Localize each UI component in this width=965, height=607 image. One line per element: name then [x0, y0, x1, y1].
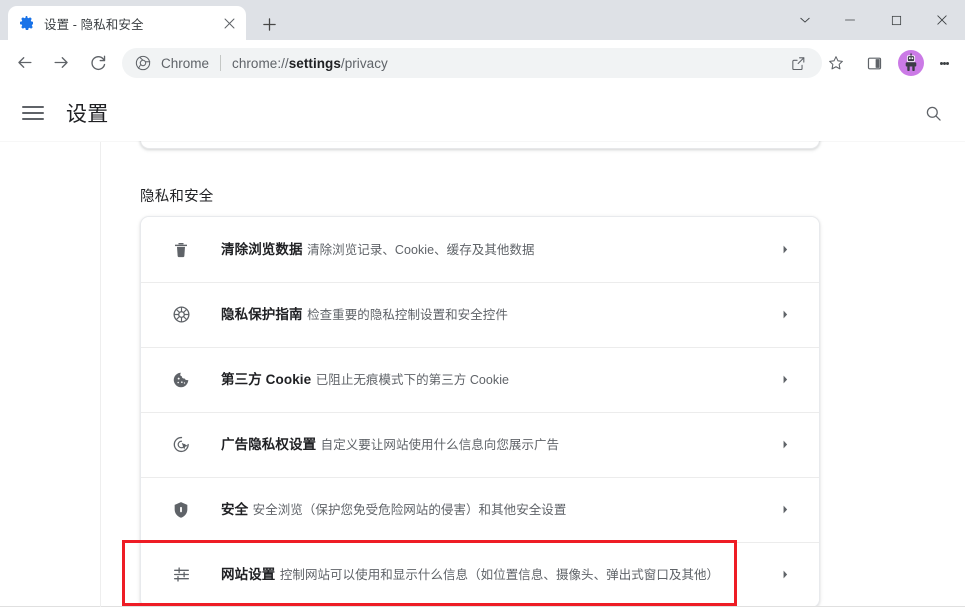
- omnibox-separator: [220, 55, 222, 71]
- settings-row-text: 第三方 Cookie 已阻止无痕模式下的第三方 Cookie: [221, 371, 775, 389]
- bookmark-star-icon[interactable]: [821, 48, 851, 78]
- chevron-down-icon[interactable]: [783, 0, 827, 40]
- search-icon[interactable]: [921, 101, 945, 125]
- maximize-button[interactable]: [873, 0, 919, 40]
- avatar[interactable]: [898, 50, 924, 76]
- settings-row-text: 广告隐私权设置 自定义要让网站使用什么信息向您展示广告: [221, 436, 775, 454]
- ad-privacy-icon: [169, 433, 193, 457]
- gear-icon: [19, 15, 35, 31]
- settings-row-site-settings[interactable]: 网站设置 控制网站可以使用和显示什么信息（如位置信息、摄像头、弹出式窗口及其他）: [141, 542, 819, 607]
- settings-row-ad-privacy[interactable]: 广告隐私权设置 自定义要让网站使用什么信息向您展示广告: [141, 412, 819, 477]
- new-tab-button[interactable]: [255, 10, 283, 38]
- back-icon[interactable]: [10, 49, 38, 77]
- settings-row-title: 第三方 Cookie: [221, 371, 312, 387]
- page-title: 设置: [66, 103, 109, 126]
- side-panel-icon[interactable]: [859, 48, 889, 78]
- settings-row-title: 安全: [221, 501, 249, 517]
- settings-row-security[interactable]: 安全 安全浏览（保护您免受危险网站的侵害）和其他安全设置: [141, 477, 819, 542]
- settings-row-privacy-guide[interactable]: 隐私保护指南 检查重要的隐私控制设置和安全控件: [141, 282, 819, 347]
- settings-scroll-area[interactable]: 隐私和安全 清除浏览数据 清除浏览记录、Cookie、缓存及其他数据 隐私保护指…: [0, 111, 965, 607]
- settings-row-subtitle: 安全浏览（保护您免受危险网站的侵害）和其他安全设置: [252, 502, 567, 517]
- settings-row-text: 网站设置 控制网站可以使用和显示什么信息（如位置信息、摄像头、弹出式窗口及其他）: [221, 566, 775, 584]
- tab-strip: 设置 - 隐私和安全: [0, 0, 965, 40]
- menu-dot: [945, 61, 949, 65]
- hamburger-menu-icon[interactable]: [22, 102, 44, 124]
- window-controls: [783, 0, 965, 40]
- forward-icon[interactable]: [47, 49, 75, 77]
- settings-row-title: 网站设置: [221, 566, 276, 582]
- settings-page: 设置 隐私和安全 清除浏览数据 清除浏览记录、Cookie、缓存及其他数据 隐私…: [0, 85, 965, 607]
- chevron-right-icon[interactable]: [775, 500, 795, 520]
- address-bar[interactable]: Chrome chrome://settings/privacy: [122, 48, 822, 78]
- trash-icon: [169, 238, 193, 262]
- settings-row-title: 广告隐私权设置: [221, 436, 317, 452]
- url-suffix: /privacy: [340, 55, 388, 71]
- chrome-logo-icon: [135, 55, 151, 71]
- privacy-settings-card: 清除浏览数据 清除浏览记录、Cookie、缓存及其他数据 隐私保护指南 检查重要…: [140, 216, 820, 607]
- settings-row-subtitle: 已阻止无痕模式下的第三方 Cookie: [315, 372, 510, 387]
- settings-header: 设置: [0, 85, 965, 141]
- tab-title: 设置 - 隐私和安全: [44, 17, 144, 32]
- privacy-guide-icon: [169, 303, 193, 327]
- settings-row-clear-browsing-data[interactable]: 清除浏览数据 清除浏览记录、Cookie、缓存及其他数据: [141, 217, 819, 282]
- settings-row-title: 清除浏览数据: [221, 241, 303, 257]
- settings-row-subtitle: 清除浏览记录、Cookie、缓存及其他数据: [307, 242, 535, 257]
- settings-row-text: 隐私保护指南 检查重要的隐私控制设置和安全控件: [221, 306, 775, 324]
- settings-row-text: 清除浏览数据 清除浏览记录、Cookie、缓存及其他数据: [221, 241, 775, 259]
- cookie-icon: [169, 368, 193, 392]
- section-heading: 隐私和安全: [140, 189, 214, 205]
- shield-icon: [169, 498, 193, 522]
- settings-row-subtitle: 自定义要让网站使用什么信息向您展示广告: [320, 437, 560, 452]
- reload-icon[interactable]: [84, 49, 112, 77]
- omnibox-scheme-label: Chrome: [161, 55, 210, 71]
- browser-tab[interactable]: 设置 - 隐私和安全: [8, 6, 246, 40]
- omnibox-url: chrome://settings/privacy: [232, 56, 388, 71]
- chevron-right-icon[interactable]: [775, 240, 795, 260]
- sidebar-divider: [100, 142, 101, 607]
- toolbar-actions: [779, 48, 961, 78]
- browser-menu-icon[interactable]: [931, 48, 957, 78]
- chevron-right-icon[interactable]: [775, 370, 795, 390]
- close-icon[interactable]: [220, 14, 238, 32]
- browser-window: 设置 - 隐私和安全 Chrome chrome://settings/priv…: [0, 0, 965, 607]
- chevron-right-icon[interactable]: [775, 435, 795, 455]
- settings-row-subtitle: 检查重要的隐私控制设置和安全控件: [307, 307, 508, 322]
- sliders-icon: [169, 563, 193, 587]
- url-bold-segment: settings: [288, 55, 341, 71]
- browser-toolbar: Chrome chrome://settings/privacy: [0, 40, 965, 85]
- settings-row-subtitle: 控制网站可以使用和显示什么信息（如位置信息、摄像头、弹出式窗口及其他）: [279, 567, 720, 582]
- settings-row-title: 隐私保护指南: [221, 306, 303, 322]
- settings-row-text: 安全 安全浏览（保护您免受危险网站的侵害）和其他安全设置: [221, 501, 775, 519]
- share-icon[interactable]: [783, 48, 813, 78]
- minimize-button[interactable]: [827, 0, 873, 40]
- url-prefix: chrome://: [232, 55, 289, 71]
- settings-row-third-party-cookies[interactable]: 第三方 Cookie 已阻止无痕模式下的第三方 Cookie: [141, 347, 819, 412]
- close-window-button[interactable]: [919, 0, 965, 40]
- chevron-right-icon[interactable]: [775, 305, 795, 325]
- chevron-right-icon[interactable]: [775, 565, 795, 585]
